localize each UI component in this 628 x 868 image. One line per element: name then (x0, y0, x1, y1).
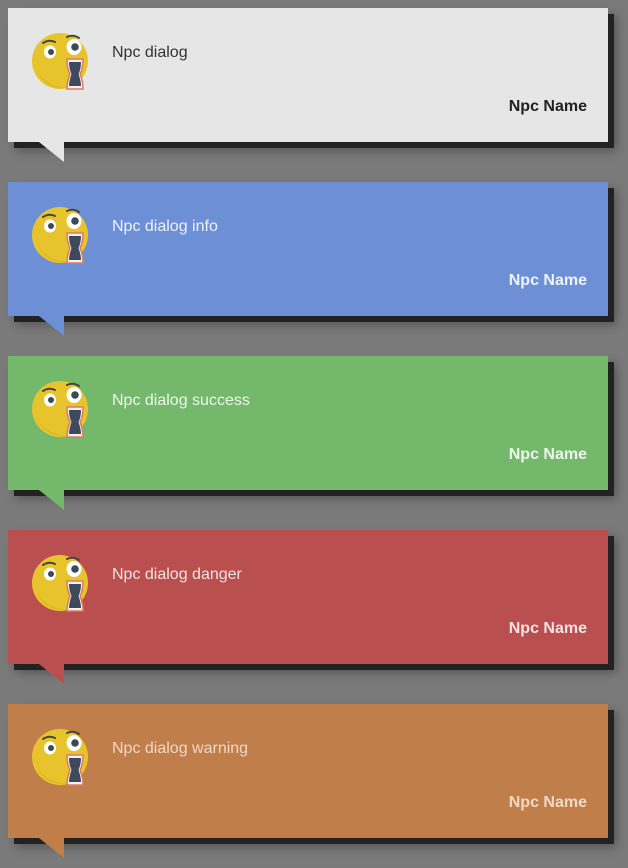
dialog-tail (39, 142, 64, 162)
dialog-tail (39, 316, 64, 336)
npc-dialog-danger: Npc dialog danger Npc Name (8, 530, 608, 684)
dialog-message: Npc dialog (112, 44, 188, 61)
dialog-message: Npc dialog info (112, 218, 218, 235)
dialog-message: Npc dialog warning (112, 740, 249, 757)
shocked-face-icon (32, 207, 88, 264)
npc-name: Npc Name (508, 794, 587, 811)
npc-dialog-info: Npc dialog info Npc Name (8, 182, 608, 336)
shocked-face-icon (32, 729, 88, 786)
dialog-message: Npc dialog danger (112, 566, 242, 583)
dialog-message: Npc dialog success (112, 392, 250, 409)
npc-name: Npc Name (508, 272, 587, 289)
dialog-tail (39, 490, 64, 510)
dialog-tail (39, 664, 64, 684)
npc-dialog-default: Npc dialog Npc Name (8, 8, 608, 162)
dialog-tail (39, 838, 64, 858)
npc-dialog-warning: Npc dialog warning Npc Name (8, 704, 608, 858)
shocked-face-icon (32, 555, 88, 612)
npc-dialog-success: Npc dialog success Npc Name (8, 356, 608, 510)
npc-name: Npc Name (508, 446, 587, 463)
npc-name: Npc Name (508, 98, 587, 115)
shocked-face-icon (32, 381, 88, 438)
shocked-face-icon (32, 33, 88, 90)
npc-name: Npc Name (508, 620, 587, 637)
